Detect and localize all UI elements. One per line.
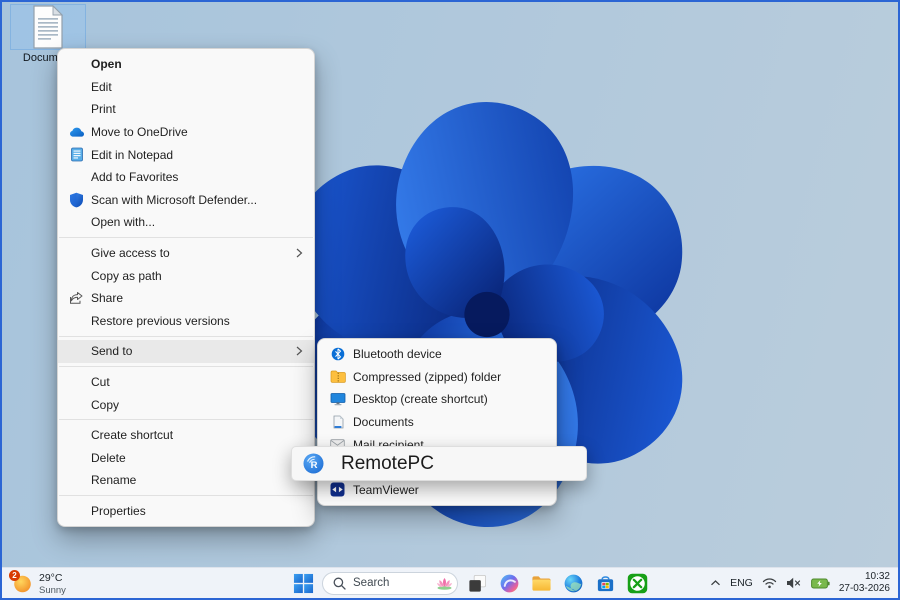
notepad-icon <box>68 146 85 163</box>
search-highlight-lotus-icon[interactable] <box>436 577 453 590</box>
document-file-icon <box>29 5 67 49</box>
menu-item-copy-as-path[interactable]: Copy as path <box>58 264 314 287</box>
file-explorer-icon <box>531 574 552 593</box>
search-input[interactable]: Search <box>322 572 458 595</box>
menu-item-share[interactable]: Share <box>58 287 314 310</box>
chevron-right-icon <box>296 248 303 259</box>
menu-item-edit-in-notepad[interactable]: Edit in Notepad <box>58 143 314 166</box>
task-view-icon <box>467 573 488 594</box>
sendto-item-bluetooth[interactable]: Bluetooth device <box>318 343 556 366</box>
microsoft-store-icon <box>595 573 616 594</box>
speaker-mute-icon <box>786 577 802 589</box>
sendto-item-desktop-shortcut[interactable]: Desktop (create shortcut) <box>318 388 556 411</box>
sendto-item-zip-folder[interactable]: Compressed (zipped) folder <box>318 366 556 389</box>
menu-item-properties[interactable]: Properties <box>58 500 314 523</box>
menu-item-edit[interactable]: Edit <box>58 76 314 99</box>
weather-sun-icon: 2 <box>12 573 33 594</box>
menu-item-copy[interactable]: Copy <box>58 393 314 416</box>
menu-item-open[interactable]: Open <box>58 53 314 76</box>
menu-item-print[interactable]: Print <box>58 98 314 121</box>
windows-logo-icon <box>293 573 314 594</box>
chevron-right-icon <box>296 346 303 357</box>
language-indicator[interactable]: ENG <box>730 577 753 589</box>
svg-text:R: R <box>311 460 318 471</box>
bluetooth-icon <box>329 346 346 363</box>
desktop-file-document[interactable] <box>10 4 86 50</box>
menu-item-open-with[interactable]: Open with... <box>58 211 314 234</box>
edge-icon <box>563 573 584 594</box>
onedrive-icon <box>68 124 85 141</box>
volume-mute-button[interactable] <box>786 577 802 589</box>
menu-item-scan-with-defender[interactable]: Scan with Microsoft Defender... <box>58 189 314 212</box>
menu-separator <box>59 237 313 238</box>
sendto-item-remotepc[interactable]: R RemotePC <box>291 446 587 481</box>
sendto-item-documents[interactable]: Documents <box>318 411 556 434</box>
menu-item-create-shortcut[interactable]: Create shortcut <box>58 424 314 447</box>
weather-condition: Sunny <box>39 585 66 596</box>
defender-shield-icon <box>68 191 85 208</box>
desktop: Document Open Edit Print Move to OneDriv… <box>0 0 900 600</box>
wifi-icon <box>762 577 777 589</box>
teamviewer-icon <box>329 481 346 498</box>
search-icon <box>333 577 346 590</box>
menu-separator <box>59 495 313 496</box>
menu-item-cut[interactable]: Cut <box>58 371 314 394</box>
clock-date: 27-03-2026 <box>839 583 890 596</box>
weather-widget[interactable]: 2 29°C Sunny <box>12 572 66 596</box>
file-explorer-button[interactable] <box>528 569 554 597</box>
menu-separator <box>59 419 313 420</box>
chevron-up-icon <box>710 579 721 587</box>
battery-charging-icon <box>811 578 830 589</box>
menu-item-restore-previous-versions[interactable]: Restore previous versions <box>58 310 314 333</box>
menu-item-give-access-to[interactable]: Give access to <box>58 242 314 265</box>
task-view-button[interactable] <box>464 569 490 597</box>
desktop-monitor-icon <box>329 391 346 408</box>
clock-time: 10:32 <box>839 571 890 584</box>
tray-chevron-up-button[interactable] <box>710 579 721 587</box>
search-placeholder: Search <box>353 577 389 589</box>
context-menu: Open Edit Print Move to OneDrive Edit in… <box>57 48 315 527</box>
menu-item-add-to-favorites[interactable]: Add to Favorites <box>58 166 314 189</box>
battery-button[interactable] <box>811 578 830 589</box>
documents-icon <box>329 414 346 431</box>
menu-separator <box>59 366 313 367</box>
copilot-icon <box>499 573 520 594</box>
xbox-icon <box>627 573 648 594</box>
menu-item-send-to[interactable]: Send to <box>58 340 314 363</box>
sendto-item-teamviewer[interactable]: TeamViewer <box>318 479 556 502</box>
microsoft-store-button[interactable] <box>592 569 618 597</box>
wifi-button[interactable] <box>762 577 777 589</box>
taskbar: 2 29°C Sunny Search <box>2 567 898 598</box>
start-button[interactable] <box>290 569 316 597</box>
edge-button[interactable] <box>560 569 586 597</box>
weather-temp: 29°C <box>39 572 66 585</box>
share-icon <box>68 290 85 307</box>
menu-item-move-to-onedrive[interactable]: Move to OneDrive <box>58 121 314 144</box>
clock[interactable]: 10:32 27-03-2026 <box>839 571 890 596</box>
remotepc-label: RemotePC <box>341 453 434 475</box>
remotepc-icon: R <box>303 453 324 474</box>
menu-item-rename[interactable]: Rename <box>58 469 314 492</box>
xbox-button[interactable] <box>624 569 650 597</box>
menu-item-delete[interactable]: Delete <box>58 447 314 470</box>
copilot-button[interactable] <box>496 569 522 597</box>
menu-separator <box>59 336 313 337</box>
zip-folder-icon <box>329 368 346 385</box>
